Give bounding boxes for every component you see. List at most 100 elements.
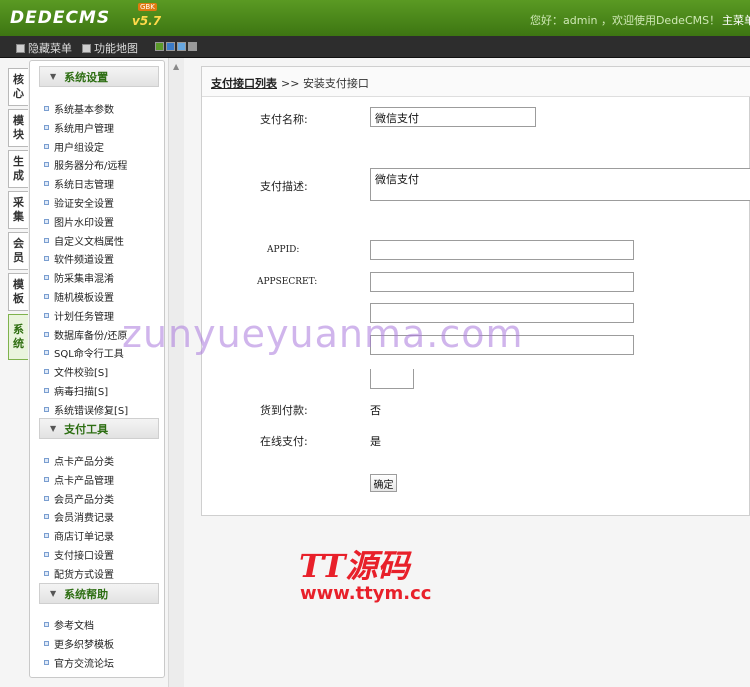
sidebar-menu-item[interactable]: 会员产品分类 xyxy=(44,491,114,506)
menu-group-title[interactable]: ▼ 系统帮助 xyxy=(39,583,159,604)
sidebar-menu-item[interactable]: 验证安全设置 xyxy=(44,195,114,210)
skin-lightblue[interactable] xyxy=(177,42,186,51)
menu-group-title[interactable]: ▼ 系统设置 xyxy=(39,66,159,87)
tab-member[interactable]: 会员 xyxy=(8,232,28,270)
sidebar-menu-item-label: 配货方式设置 xyxy=(54,570,114,581)
sidebar-menu-item[interactable]: 更多织梦模板 xyxy=(44,636,114,651)
sidebar-menu-item[interactable]: 病毒扫描[S] xyxy=(44,383,108,398)
sidebar-menu-item[interactable]: 点卡产品管理 xyxy=(44,472,114,487)
online-pay-value: 是 xyxy=(370,435,381,448)
sidebar-menu-item[interactable]: 软件频道设置 xyxy=(44,251,114,266)
menu-group-label: 系统设置 xyxy=(64,70,109,84)
sidebar-menu-item-label: 服务器分布/远程 xyxy=(54,161,128,172)
appsecret-label: APPSECRET: xyxy=(257,277,318,287)
sidebar-menu-item[interactable]: 配货方式设置 xyxy=(44,566,114,581)
sidebar-menu-item-label: 防采集串混淆 xyxy=(54,274,114,285)
bullet-icon xyxy=(44,332,49,337)
chevron-down-icon: ▼ xyxy=(50,424,57,433)
bullet-icon xyxy=(44,256,49,261)
bullet-icon xyxy=(44,641,49,646)
version-badge: GBK xyxy=(138,3,157,11)
menu-group-label: 支付工具 xyxy=(64,422,109,436)
sidebar-menu-item-label: 参考文档 xyxy=(54,621,94,632)
bullet-icon xyxy=(44,369,49,374)
sidebar-menu-item[interactable]: 数据库备份/还原 xyxy=(44,327,127,342)
version-label: v5.7 xyxy=(132,14,162,28)
tab-generate[interactable]: 生成 xyxy=(8,150,28,188)
pay-desc-textarea[interactable]: 微信支付 xyxy=(370,168,750,201)
sidebar-menu-item[interactable]: 计划任务管理 xyxy=(44,308,114,323)
sidebar-menu-item-label: 计划任务管理 xyxy=(54,312,114,323)
sidebar-menu-item[interactable]: 会员消费记录 xyxy=(44,509,114,524)
confirm-button[interactable]: 确定 xyxy=(370,474,397,492)
sidebar-menu-item[interactable]: 系统基本参数 xyxy=(44,101,114,116)
sidebar-menu-item[interactable]: 系统日志管理 xyxy=(44,176,114,191)
sidebar-menu-item-label: 验证安全设置 xyxy=(54,199,114,210)
tab-collect[interactable]: 采集 xyxy=(8,191,28,229)
sidebar-menu-item[interactable]: 文件校验[S] xyxy=(44,364,108,379)
main-panel: 支付接口列表 >> 安装支付接口 支付名称: 微信支付 支付描述: 微信支付 A… xyxy=(201,66,750,516)
sidebar-menu-item-label: 会员产品分类 xyxy=(54,495,114,506)
skin-blue[interactable] xyxy=(166,42,175,51)
sidebar-menu-item[interactable]: 官方交流论坛 xyxy=(44,655,114,670)
sidebar-menu-item[interactable]: 用户组设定 xyxy=(44,139,104,154)
cod-label: 货到付款: xyxy=(260,404,308,417)
bullet-icon xyxy=(44,622,49,627)
sidebar-menu-item[interactable]: SQL命令行工具 xyxy=(44,345,124,360)
sidebar-menu-item-label: 病毒扫描[S] xyxy=(54,387,109,398)
sidebar-menu-item[interactable]: 点卡产品分类 xyxy=(44,453,114,468)
extra-field-3-input[interactable] xyxy=(370,369,414,389)
sidebar-menu-item-label: 图片水印设置 xyxy=(54,218,114,229)
sidebar-menu-item-label: 软件频道设置 xyxy=(54,255,114,266)
sidebar-menu-item-label: 官方交流论坛 xyxy=(54,659,114,670)
bullet-icon xyxy=(44,162,49,167)
toolbar: 隐藏菜单 功能地图 xyxy=(0,36,750,58)
skin-green[interactable] xyxy=(155,42,164,51)
pay-name-input[interactable]: 微信支付 xyxy=(370,107,536,127)
sidebar-menu-item[interactable]: 商店订单记录 xyxy=(44,528,114,543)
grid-icon xyxy=(82,43,91,53)
breadcrumb-pay-list-link[interactable]: 支付接口列表 xyxy=(211,75,277,91)
sidebar-menu-item[interactable]: 系统用户管理 xyxy=(44,120,114,135)
bullet-icon xyxy=(44,496,49,501)
bullet-icon xyxy=(44,238,49,243)
cod-value: 否 xyxy=(370,404,381,417)
online-pay-label: 在线支付: xyxy=(260,435,308,448)
bullet-icon xyxy=(44,350,49,355)
sidebar-menu-item[interactable]: 自定义文档属性 xyxy=(44,233,124,248)
sidebar-menu-item[interactable]: 参考文档 xyxy=(44,617,94,632)
sidebar-menu-item[interactable]: 图片水印设置 xyxy=(44,214,114,229)
tab-system[interactable]: 系统 xyxy=(8,314,28,360)
appid-input[interactable] xyxy=(370,240,634,260)
sidebar-menu-item-label: 文件校验[S] xyxy=(54,368,109,379)
hide-menu-button[interactable]: 隐藏菜单 xyxy=(16,40,72,56)
sidebar-menu-item[interactable]: 随机模板设置 xyxy=(44,289,114,304)
sidebar-menu-item[interactable]: 支付接口设置 xyxy=(44,547,114,562)
sidebar-menu-item[interactable]: 服务器分布/远程 xyxy=(44,157,127,172)
breadcrumb-current-label: 安装支付接口 xyxy=(302,77,369,90)
appsecret-input[interactable] xyxy=(370,272,634,292)
bullet-icon xyxy=(44,533,49,538)
collapse-arrow-icon[interactable]: ▲ xyxy=(173,62,179,71)
skin-switcher xyxy=(155,42,197,51)
dedecms-logo[interactable]: DEDECMS xyxy=(10,8,110,28)
watermark-logo-title: TT源码 xyxy=(299,547,410,585)
breadcrumb-separator: >> xyxy=(281,77,300,90)
menu-group-title[interactable]: ▼ 支付工具 xyxy=(39,418,159,439)
sidebar-splitter[interactable]: ▲ xyxy=(168,58,184,687)
sidebar-menu-item[interactable]: 系统错误修复[S] xyxy=(44,402,128,417)
bullet-icon xyxy=(44,219,49,224)
bullet-icon xyxy=(44,407,49,412)
tab-template[interactable]: 模板 xyxy=(8,273,28,311)
sidebar-menu-item-label: 会员消费记录 xyxy=(54,513,114,524)
nav-main-menu[interactable]: 主菜单 xyxy=(722,12,750,28)
chevron-down-icon: ▼ xyxy=(50,72,57,81)
bullet-icon xyxy=(44,275,49,280)
sidebar-menu-item-label: 系统日志管理 xyxy=(54,180,114,191)
skin-gray[interactable] xyxy=(188,42,197,51)
tab-module[interactable]: 模块 xyxy=(8,109,28,147)
function-map-button[interactable]: 功能地图 xyxy=(82,40,138,56)
sidebar-menu-item[interactable]: 防采集串混淆 xyxy=(44,270,114,285)
bullet-icon xyxy=(44,144,49,149)
tab-core[interactable]: 核心 xyxy=(8,68,28,106)
